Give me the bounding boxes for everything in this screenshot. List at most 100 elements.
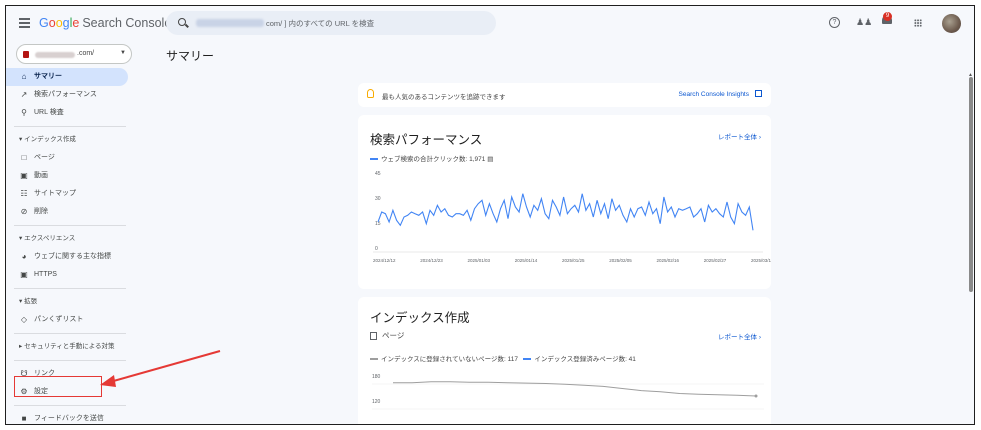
- gauge-icon: ◕: [21, 252, 27, 261]
- x-tick-label: 2025/03/10: [751, 258, 771, 263]
- page-icon: □: [21, 153, 27, 162]
- sidebar-item-pages[interactable]: □ ページ: [6, 149, 142, 167]
- redacted-domain: [196, 19, 264, 27]
- pages-label: ページ: [382, 331, 405, 340]
- trending-icon: ↗: [20, 90, 28, 99]
- sidebar-item-core-web-vitals[interactable]: ◕ ウェブに関する主な指標: [6, 248, 142, 266]
- sidebar-item-feedback[interactable]: ■ フィードバックを送信: [6, 410, 142, 424]
- chevron-right-icon: ›: [758, 334, 761, 341]
- sidebar-item-https[interactable]: ▣ HTTPS: [6, 266, 142, 284]
- link-label: レポート全体: [718, 334, 758, 341]
- series-end-point: [754, 394, 758, 398]
- search-icon: [178, 18, 186, 26]
- section-label: 拡張: [24, 298, 38, 305]
- legend-label: インデックスに登録されていないページ数: 117: [381, 356, 518, 363]
- sidebar-item-video[interactable]: ▣ 動画: [6, 167, 142, 185]
- divider: [14, 288, 126, 289]
- redacted-property: [35, 52, 75, 58]
- people-settings-icon[interactable]: ♟♟: [856, 17, 872, 28]
- legend-swatch: [523, 358, 532, 361]
- app-logo[interactable]: Google Search Console: [39, 16, 171, 30]
- breadcrumb-icon: ◇: [20, 315, 28, 324]
- settings-highlight-box: [14, 376, 102, 397]
- top-header: Google Search Console com/ ] 内のすべての URL を…: [6, 6, 974, 39]
- sidebar-item-performance[interactable]: ↗ 検索パフォーマンス: [6, 86, 142, 104]
- performance-card: 0 15 30 45 2024/12/12 2024/12/23 2025/01/03 202…: [358, 115, 771, 289]
- series-line: [377, 193, 754, 231]
- sidebar-item-breadcrumbs[interactable]: ◇ パンくずリスト: [6, 311, 142, 329]
- chevron-right-icon: ›: [758, 134, 761, 141]
- page-scrollbar[interactable]: ▲: [968, 72, 974, 292]
- info-icon[interactable]: ▤: [487, 156, 493, 163]
- performance-title: 検索パフォーマンス: [370, 133, 483, 147]
- sidebar-item-label: フィードバックを送信: [34, 415, 104, 422]
- avatar[interactable]: [942, 14, 961, 33]
- logo-letter: o: [55, 16, 63, 30]
- chevron-down-icon: ▼: [120, 50, 126, 56]
- performance-full-report-link[interactable]: レポート全体 ›: [718, 131, 761, 141]
- pages-row: ページ: [370, 330, 404, 341]
- section-label: インデックス作成: [24, 136, 76, 143]
- indexing-full-report-link[interactable]: レポート全体 ›: [718, 331, 761, 341]
- page-icon: [370, 332, 377, 341]
- section-enhancements[interactable]: ▾ 拡張: [6, 293, 142, 311]
- notifications-icon[interactable]: 9: [881, 12, 893, 25]
- scroll-thumb[interactable]: [969, 77, 973, 292]
- section-indexing[interactable]: ▾ インデックス作成: [6, 131, 142, 149]
- indexing-legend: インデックスに登録されていないページ数: 117 インデックス登録済みページ数:…: [370, 353, 636, 363]
- legend-swatch: [370, 158, 378, 161]
- sidebar-item-url-inspection[interactable]: ⚲ URL 検査: [6, 104, 142, 122]
- legend-swatch: [370, 358, 378, 361]
- property-selector[interactable]: .com/ ▼: [16, 44, 132, 64]
- sidebar-item-summary[interactable]: ⌂ サマリー: [6, 68, 128, 86]
- y-tick-label: 45: [375, 171, 381, 177]
- open-in-new-icon[interactable]: [755, 90, 762, 97]
- url-inspection-search[interactable]: com/ ] 内のすべての URL を検査: [166, 11, 496, 35]
- help-icon[interactable]: ?: [829, 17, 840, 28]
- insights-card: 最も人気のあるコンテンツを追跡できます Search Console Insig…: [358, 83, 771, 107]
- property-suffix: .com/: [77, 50, 95, 57]
- divider: [14, 333, 126, 334]
- notification-badge: 9: [883, 12, 892, 21]
- sidebar-item-label: HTTPS: [34, 271, 57, 278]
- feedback-icon: ■: [21, 414, 27, 423]
- sidebar-item-label: 削除: [34, 208, 48, 215]
- logo-letter: G: [39, 16, 49, 30]
- y-tick-label: 30: [375, 196, 381, 202]
- video-icon: ▣: [20, 171, 28, 180]
- sidebar-item-label: 検索パフォーマンス: [34, 91, 97, 98]
- sidebar-item-removals[interactable]: ⊘ 削除: [6, 203, 142, 221]
- sidebar-item-label: サマリー: [34, 73, 62, 80]
- section-experience[interactable]: ▾ エクスペリエンス: [6, 230, 142, 248]
- logo-letter: e: [72, 16, 80, 30]
- insights-link[interactable]: Search Console Insights: [679, 91, 749, 98]
- y-tick-label: 180: [372, 374, 381, 380]
- apps-grid-icon[interactable]: [914, 19, 922, 27]
- x-tick-label: 2025/02/05: [609, 258, 632, 263]
- indexing-title: インデックス作成: [370, 311, 470, 325]
- sidebar-item-label: ページ: [34, 154, 55, 161]
- link-label: レポート全体: [718, 134, 758, 141]
- lock-icon: ▣: [20, 270, 28, 279]
- page-title: サマリー: [166, 49, 215, 63]
- y-tick-label: 120: [372, 399, 381, 405]
- menu-icon[interactable]: [19, 18, 30, 28]
- divider: [14, 405, 126, 406]
- logo-letter: g: [62, 16, 70, 30]
- sidebar-item-label: サイトマップ: [34, 190, 76, 197]
- legend-label: ウェブ検索の合計クリック数: 1,971: [381, 156, 486, 163]
- section-label: エクスペリエンス: [24, 235, 76, 242]
- sidebar-item-sitemaps[interactable]: ☷ サイトマップ: [6, 185, 142, 203]
- performance-legend: ウェブ検索の合計クリック数: 1,971 ▤: [370, 153, 493, 163]
- x-tick-label: 2024/12/12: [373, 258, 396, 263]
- x-tick-label: 2025/01/03: [468, 258, 491, 263]
- sidebar-item-label: パンくずリスト: [34, 316, 84, 323]
- sitemap-icon: ☷: [20, 189, 28, 198]
- x-tick-label: 2024/12/23: [420, 258, 443, 263]
- x-tick-label: 2025/01/14: [515, 258, 538, 263]
- lightbulb-icon: [367, 89, 374, 98]
- y-tick-label: 0: [375, 246, 378, 252]
- indexing-card: 180 120 インデックス作成 ページ レポート全体 › インデックスに登録され…: [358, 297, 771, 424]
- browser-frame: Google Search Console com/ ] 内のすべての URL を…: [5, 5, 975, 425]
- remove-icon: ⊘: [20, 207, 28, 216]
